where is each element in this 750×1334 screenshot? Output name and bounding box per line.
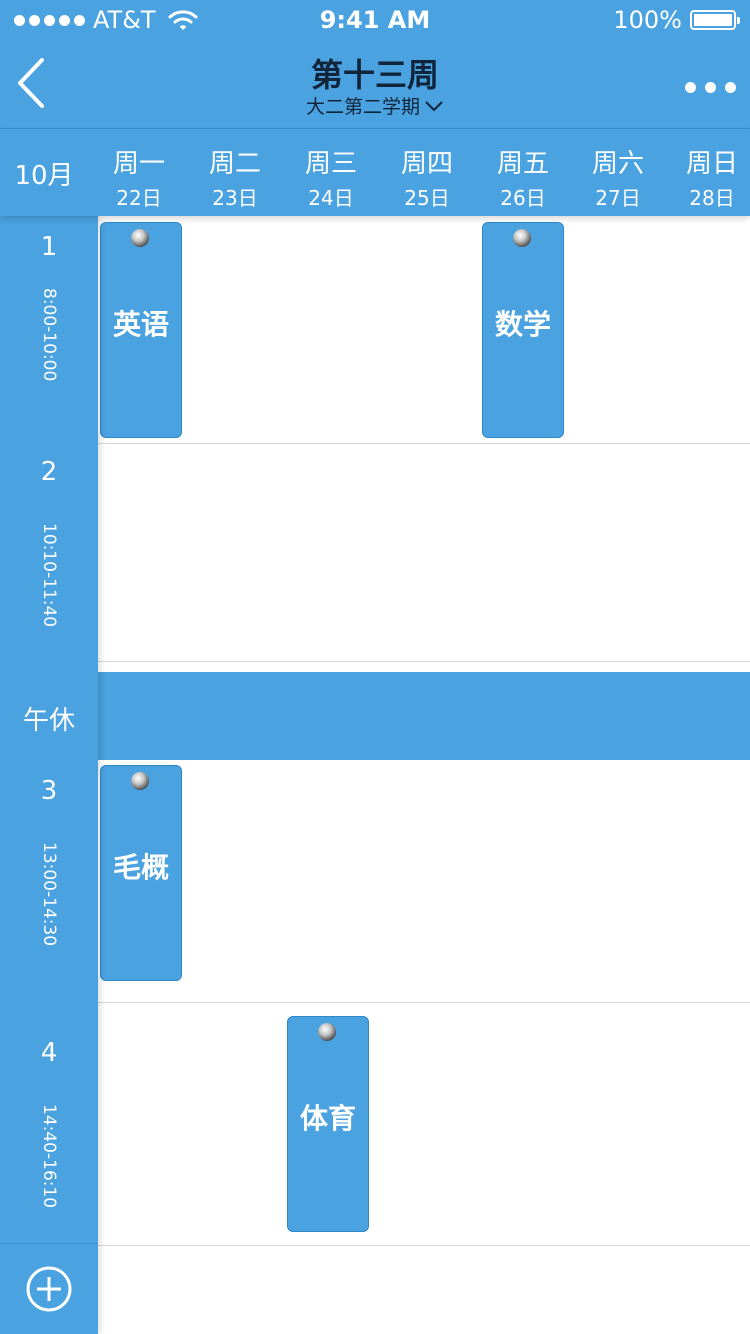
day-date: 27日	[595, 186, 641, 210]
week-header: 10月 周一 22日 周二 23日 周三 24日 周四 25日 周五 26日 周…	[0, 129, 750, 216]
day-name: 周六	[591, 149, 644, 179]
period-time: 8:00-10:00	[39, 288, 59, 382]
period-number: 4	[40, 1038, 58, 1068]
course-card-pe[interactable]: 体育	[287, 1016, 369, 1232]
day-name: 周五	[496, 149, 549, 179]
nav-bar: 第十三周 大二第二学期	[0, 40, 750, 129]
pin-icon	[513, 229, 531, 247]
status-bar: AT&T 9:41 AM 100%	[0, 0, 750, 40]
period-time: 10:10-11:40	[39, 523, 59, 628]
period-number: 3	[40, 776, 58, 806]
day-name: 周一	[112, 149, 165, 179]
status-right: 100%	[613, 6, 740, 34]
day-name: 周二	[208, 149, 261, 179]
day-header-fri: 周五 26日	[475, 143, 571, 211]
course-card-english[interactable]: 英语	[100, 222, 182, 438]
add-icon	[26, 1266, 72, 1312]
day-date: 22日	[116, 186, 162, 210]
lunch-band	[98, 672, 750, 760]
row-divider	[98, 1245, 750, 1246]
day-header-thu: 周四 25日	[379, 143, 475, 211]
course-card-math[interactable]: 数学	[482, 222, 564, 438]
day-date: 28日	[689, 186, 735, 210]
course-card-maogai[interactable]: 毛概	[100, 765, 182, 981]
page-title: 第十三周	[310, 56, 439, 94]
day-name: 周三	[304, 149, 357, 179]
chevron-down-icon	[425, 100, 443, 111]
period-column: 1 8:00-10:00 2 10:10-11:40 午休 3 13:00-14…	[0, 216, 98, 1334]
row-divider	[98, 1002, 750, 1003]
row-divider	[98, 661, 750, 662]
day-date: 23日	[212, 186, 258, 210]
pin-icon	[131, 772, 149, 790]
period-time: 14:40-16:10	[39, 1104, 59, 1209]
semester-label: 大二第二学期	[305, 96, 420, 118]
more-icon[interactable]	[685, 82, 736, 93]
day-header-sat: 周六 27日	[570, 143, 666, 211]
period-number: 1	[40, 232, 58, 262]
lunch-label: 午休	[22, 706, 75, 736]
month-label: 10月	[14, 161, 74, 191]
course-name: 数学	[494, 308, 551, 341]
pin-icon	[131, 229, 149, 247]
day-header-wed: 周三 24日	[283, 143, 379, 211]
day-header-tue: 周二 23日	[187, 143, 283, 211]
day-name: 周日	[685, 149, 738, 179]
battery-icon	[690, 10, 740, 30]
course-name: 英语	[112, 308, 169, 341]
row-divider	[98, 443, 750, 444]
day-name: 周四	[400, 149, 453, 179]
add-course-button[interactable]	[0, 1243, 98, 1334]
period-number: 2	[40, 457, 58, 487]
period-time: 13:00-14:30	[39, 842, 59, 947]
pin-icon	[318, 1023, 336, 1041]
day-header-sun: 周日 28日	[664, 143, 750, 211]
semester-selector[interactable]: 大二第二学期	[0, 92, 750, 119]
day-header-mon: 周一 22日	[91, 143, 187, 211]
day-date: 25日	[404, 186, 450, 210]
day-date: 24日	[308, 186, 354, 210]
course-name: 体育	[299, 1102, 356, 1135]
course-name: 毛概	[112, 851, 169, 884]
day-date: 26日	[500, 186, 546, 210]
battery-percent: 100%	[613, 6, 682, 34]
